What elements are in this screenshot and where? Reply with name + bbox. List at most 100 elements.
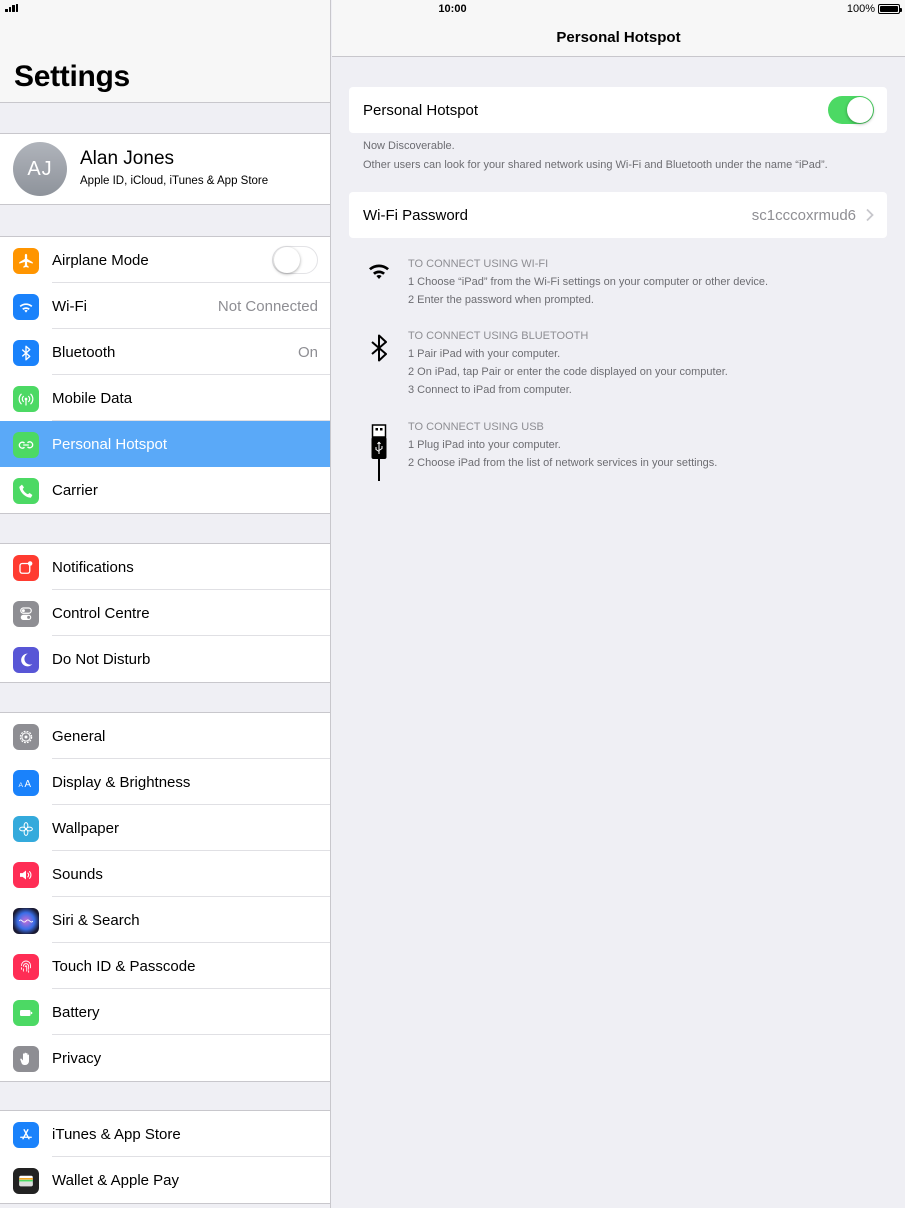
- usb-cable-icon: [371, 424, 387, 481]
- wallet-icon: [13, 1168, 39, 1194]
- sidebar-item-battery[interactable]: Battery: [0, 989, 330, 1035]
- personal-hotspot-switch[interactable]: [828, 96, 874, 124]
- sidebar-item-display-brightness[interactable]: AA Display & Brightness: [0, 759, 330, 805]
- discoverable-note: Other users can look for your shared net…: [363, 159, 828, 171]
- sidebar-item-label: Carrier: [52, 482, 98, 499]
- apple-id-profile[interactable]: AJ Alan Jones Apple ID, iCloud, iTunes &…: [0, 133, 330, 205]
- sidebar-item-itunes-app-store[interactable]: iTunes & App Store: [0, 1111, 330, 1157]
- phone-icon: [13, 478, 39, 504]
- battery-icon: [13, 1000, 39, 1026]
- sidebar-item-label: Airplane Mode: [52, 252, 149, 269]
- antenna-icon: [13, 386, 39, 412]
- instruction-step: 1 Choose “iPad” from the Wi-Fi settings …: [408, 276, 769, 288]
- sidebar-item-general[interactable]: General: [0, 713, 330, 759]
- instructions-title: TO CONNECT USING WI-FI: [408, 258, 549, 270]
- sidebar-item-wallpaper[interactable]: Wallpaper: [0, 805, 330, 851]
- battery-icon: [878, 4, 902, 14]
- sidebar-item-wifi[interactable]: Wi-Fi Not Connected: [0, 283, 330, 329]
- text-size-icon: AA: [13, 770, 39, 796]
- wifi-password-label: Wi-Fi Password: [363, 207, 469, 224]
- flower-icon: [13, 816, 39, 842]
- sidebar-item-label: Mobile Data: [52, 390, 133, 407]
- svg-text:A: A: [25, 779, 32, 790]
- sidebar-item-privacy[interactable]: Privacy: [0, 1035, 330, 1081]
- bluetooth-icon: [13, 340, 39, 366]
- instruction-step: 2 On iPad, tap Pair or enter the code di…: [408, 366, 728, 378]
- sidebar-item-notifications[interactable]: Notifications: [0, 544, 330, 590]
- wifi-password-row[interactable]: Wi-Fi Password sc1cccoxrmud6: [349, 192, 887, 238]
- wifi-icon: [13, 294, 39, 320]
- sidebar-item-siri-search[interactable]: Siri & Search: [0, 897, 330, 943]
- instructions-title: TO CONNECT USING USB: [408, 421, 544, 433]
- sidebar-item-label: Touch ID & Passcode: [52, 958, 196, 975]
- sidebar-item-wallet-apple-pay[interactable]: Wallet & Apple Pay: [0, 1157, 330, 1203]
- siri-icon: [13, 908, 39, 934]
- settings-group-general: General AA Display & Brightness Wallpape…: [0, 712, 330, 1082]
- sidebar-item-airplane-mode[interactable]: Airplane Mode: [0, 237, 330, 283]
- fingerprint-icon: [13, 954, 39, 980]
- bluetooth-icon: [371, 334, 387, 362]
- wifi-icon: [369, 264, 389, 279]
- sidebar-item-carrier[interactable]: Carrier: [0, 467, 330, 513]
- status-time: 10:00: [438, 3, 467, 15]
- profile-subtitle: Apple ID, iCloud, iTunes & App Store: [80, 175, 269, 187]
- profile-name: Alan Jones: [80, 148, 175, 169]
- chevron-right-icon: [866, 208, 874, 222]
- sidebar-item-label: Wallet & Apple Pay: [52, 1172, 180, 1189]
- settings-sidebar: Settings AJ Alan Jones Apple ID, iCloud,…: [0, 0, 331, 1208]
- sidebar-item-label: Display & Brightness: [52, 774, 191, 791]
- airplane-mode-switch[interactable]: [272, 246, 318, 274]
- gear-icon: [13, 724, 39, 750]
- personal-hotspot-label: Personal Hotspot: [363, 102, 479, 119]
- sidebar-item-label: Sounds: [52, 866, 103, 883]
- avatar: AJ: [13, 142, 67, 196]
- sidebar-item-label: Wi-Fi: [52, 298, 87, 315]
- sidebar-item-label: Siri & Search: [52, 912, 140, 929]
- moon-icon: [13, 647, 39, 673]
- wifi-status-value: Not Connected: [217, 298, 318, 315]
- settings-group-notifications: Notifications Control Centre Do Not Dist…: [0, 543, 330, 683]
- sidebar-item-touch-id-passcode[interactable]: Touch ID & Passcode: [0, 943, 330, 989]
- sidebar-item-label: Battery: [52, 1004, 100, 1021]
- detail-pane: Personal Hotspot Personal Hotspot Now Di…: [332, 0, 905, 1208]
- personal-hotspot-row: Personal Hotspot: [349, 87, 887, 133]
- hand-icon: [13, 1046, 39, 1072]
- sidebar-item-personal-hotspot[interactable]: Personal Hotspot: [0, 421, 330, 467]
- sidebar-item-control-centre[interactable]: Control Centre: [0, 590, 330, 636]
- page-title: Settings: [14, 60, 130, 93]
- sidebar-item-label: General: [52, 728, 106, 745]
- sidebar-item-label: Do Not Disturb: [52, 651, 151, 668]
- settings-group-connectivity: Airplane Mode Wi-Fi Not Connected Blueto…: [0, 236, 330, 514]
- sidebar-item-label: Wallpaper: [52, 820, 119, 837]
- app-store-icon: [13, 1122, 39, 1148]
- sidebar-item-sounds[interactable]: Sounds: [0, 851, 330, 897]
- instruction-step: 2 Enter the password when prompted.: [408, 294, 594, 306]
- speaker-icon: [13, 862, 39, 888]
- status-bar: 10:00 100%: [0, 0, 905, 18]
- sidebar-item-do-not-disturb[interactable]: Do Not Disturb: [0, 636, 330, 682]
- battery-percentage: 100%: [846, 3, 875, 15]
- sidebar-item-label: Bluetooth: [52, 344, 116, 361]
- sidebar-item-mobile-data[interactable]: Mobile Data: [0, 375, 330, 421]
- sidebar-item-label: Personal Hotspot: [52, 436, 168, 453]
- settings-group-store: iTunes & App Store Wallet & Apple Pay: [0, 1110, 330, 1204]
- svg-text:A: A: [19, 782, 24, 789]
- control-centre-icon: [13, 601, 39, 627]
- discoverable-status: Now Discoverable.: [363, 140, 455, 152]
- sidebar-item-bluetooth[interactable]: Bluetooth On: [0, 329, 330, 375]
- instruction-step: 1 Plug iPad into your computer.: [408, 439, 561, 451]
- instruction-step: 1 Pair iPad with your computer.: [408, 348, 561, 360]
- sidebar-item-label: Control Centre: [52, 605, 150, 622]
- detail-title: Personal Hotspot: [556, 29, 681, 46]
- sidebar-item-label: Notifications: [52, 559, 134, 576]
- instruction-step: 2 Choose iPad from the list of network s…: [408, 457, 718, 469]
- hotspot-icon: [13, 432, 39, 458]
- sidebar-item-label: iTunes & App Store: [52, 1126, 181, 1143]
- sidebar-item-label: Privacy: [52, 1050, 102, 1067]
- wifi-password-value: sc1cccoxrmud6: [751, 207, 856, 224]
- notifications-icon: [13, 555, 39, 581]
- bluetooth-status-value: On: [297, 344, 318, 361]
- instructions-title: TO CONNECT USING BLUETOOTH: [408, 330, 589, 342]
- instruction-step: 3 Connect to iPad from computer.: [408, 384, 572, 396]
- airplane-icon: [13, 248, 39, 274]
